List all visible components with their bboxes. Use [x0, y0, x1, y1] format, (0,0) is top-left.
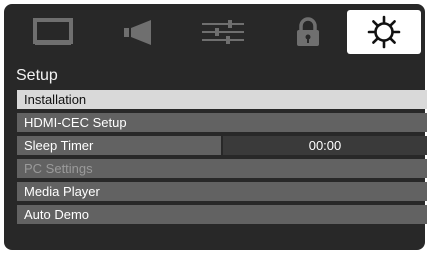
menu-item-pc-settings: PC Settings: [17, 159, 427, 178]
sleep-timer-value: 00:00: [223, 136, 427, 155]
tv-screen-icon: [33, 18, 73, 45]
sleep-timer-label-cell: Sleep Timer: [17, 136, 221, 155]
tab-adjust[interactable]: [186, 10, 260, 54]
tab-picture[interactable]: [16, 10, 90, 54]
menu-item-label: Installation: [24, 92, 87, 107]
tab-sound[interactable]: [101, 10, 175, 54]
menu-item-auto-demo[interactable]: Auto Demo: [17, 205, 427, 224]
tab-lock[interactable]: [271, 10, 345, 54]
menu-item-label: Sleep Timer: [24, 138, 94, 153]
menu-item-label: PC Settings: [24, 161, 93, 176]
menu-item-installation[interactable]: Installation: [17, 90, 427, 109]
menu-item-label: HDMI-CEC Setup: [24, 115, 127, 130]
gear-icon: [367, 15, 401, 49]
menu-item-hdmi-cec-setup[interactable]: HDMI-CEC Setup: [17, 113, 427, 132]
menu-title: Setup: [16, 67, 58, 84]
setup-menu-panel: Setup Installation HDMI-CEC Setup Sleep …: [4, 4, 427, 250]
speaker-icon: [124, 20, 151, 45]
menu-item-label: Media Player: [24, 184, 100, 199]
menu-item-sleep-timer[interactable]: Sleep Timer 00:00: [17, 136, 427, 155]
setup-menu-list: Installation HDMI-CEC Setup Sleep Timer …: [17, 90, 427, 228]
menu-item-label: Auto Demo: [24, 207, 90, 222]
sliders-icon: [202, 20, 244, 44]
tab-setup[interactable]: [347, 10, 421, 54]
lock-icon: [297, 17, 319, 46]
menu-tab-bar: [16, 10, 424, 58]
menu-item-media-player[interactable]: Media Player: [17, 182, 427, 201]
